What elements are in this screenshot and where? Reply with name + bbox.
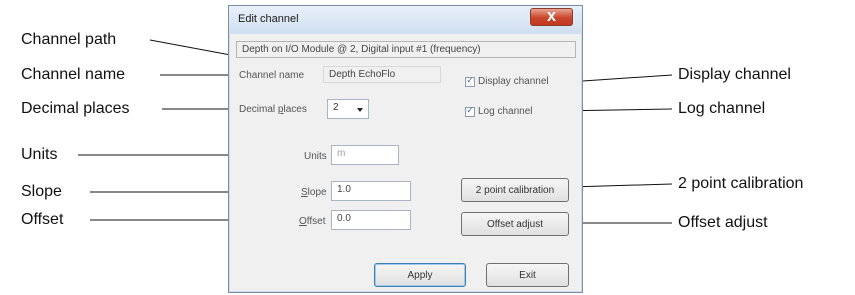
chevron-down-icon — [357, 108, 363, 112]
display-channel-check-icon: ✓ — [465, 76, 475, 87]
callout-channel-path: Channel path — [21, 31, 117, 48]
decimal-places-label: Decimal places — [239, 104, 307, 115]
decimal-places-value: 2 — [333, 102, 339, 113]
callout-offset-adjust: Offset adjust — [678, 214, 768, 231]
callout-log-channel: Log channel — [678, 100, 766, 117]
edit-channel-dialog: Edit channel X Depth on I/O Module @ 2, … — [228, 5, 583, 293]
log-channel-check-icon: ✓ — [465, 106, 475, 117]
close-button[interactable]: X — [530, 8, 573, 26]
units-label: Units — [304, 151, 327, 162]
callout-two-point-calibration: 2 point calibration — [678, 175, 804, 192]
offset-label: Offset — [299, 216, 326, 227]
log-channel-checkbox[interactable]: ✓ Log channel — [465, 106, 533, 117]
close-icon: X — [546, 10, 557, 24]
callout-decimal-places: Decimal places — [21, 100, 130, 117]
two-point-calibration-button[interactable]: 2 point calibration — [461, 178, 569, 202]
slope-input[interactable]: 1.0 — [331, 181, 411, 201]
channel-name-field[interactable]: Depth EchoFlo — [323, 66, 441, 83]
display-channel-label: Display channel — [478, 76, 549, 87]
callout-slope: Slope — [21, 183, 62, 200]
offset-input[interactable]: 0.0 — [331, 210, 411, 230]
callout-units: Units — [21, 146, 58, 163]
title-bar[interactable]: Edit channel X — [229, 6, 582, 34]
exit-button[interactable]: Exit — [486, 263, 569, 287]
leader-display-channel — [567, 74, 673, 83]
log-channel-label: Log channel — [478, 106, 533, 117]
apply-button[interactable]: Apply — [374, 263, 466, 287]
callout-channel-name: Channel name — [21, 66, 126, 83]
slope-label: Slope — [301, 187, 327, 198]
leader-two-point-calibration — [569, 183, 673, 188]
dialog-title: Edit channel — [238, 13, 299, 25]
callout-display-channel: Display channel — [678, 66, 791, 83]
offset-adjust-button[interactable]: Offset adjust — [461, 212, 569, 236]
callout-offset: Offset — [21, 211, 64, 228]
decimal-places-select[interactable]: 2 — [327, 99, 369, 119]
units-input[interactable]: m — [331, 145, 399, 165]
leader-channel-path — [149, 39, 237, 57]
channel-name-label: Channel name — [239, 70, 305, 81]
display-channel-checkbox[interactable]: ✓ Display channel — [465, 76, 549, 87]
channel-path-field: Depth on I/O Module @ 2, Digital input #… — [236, 41, 576, 58]
